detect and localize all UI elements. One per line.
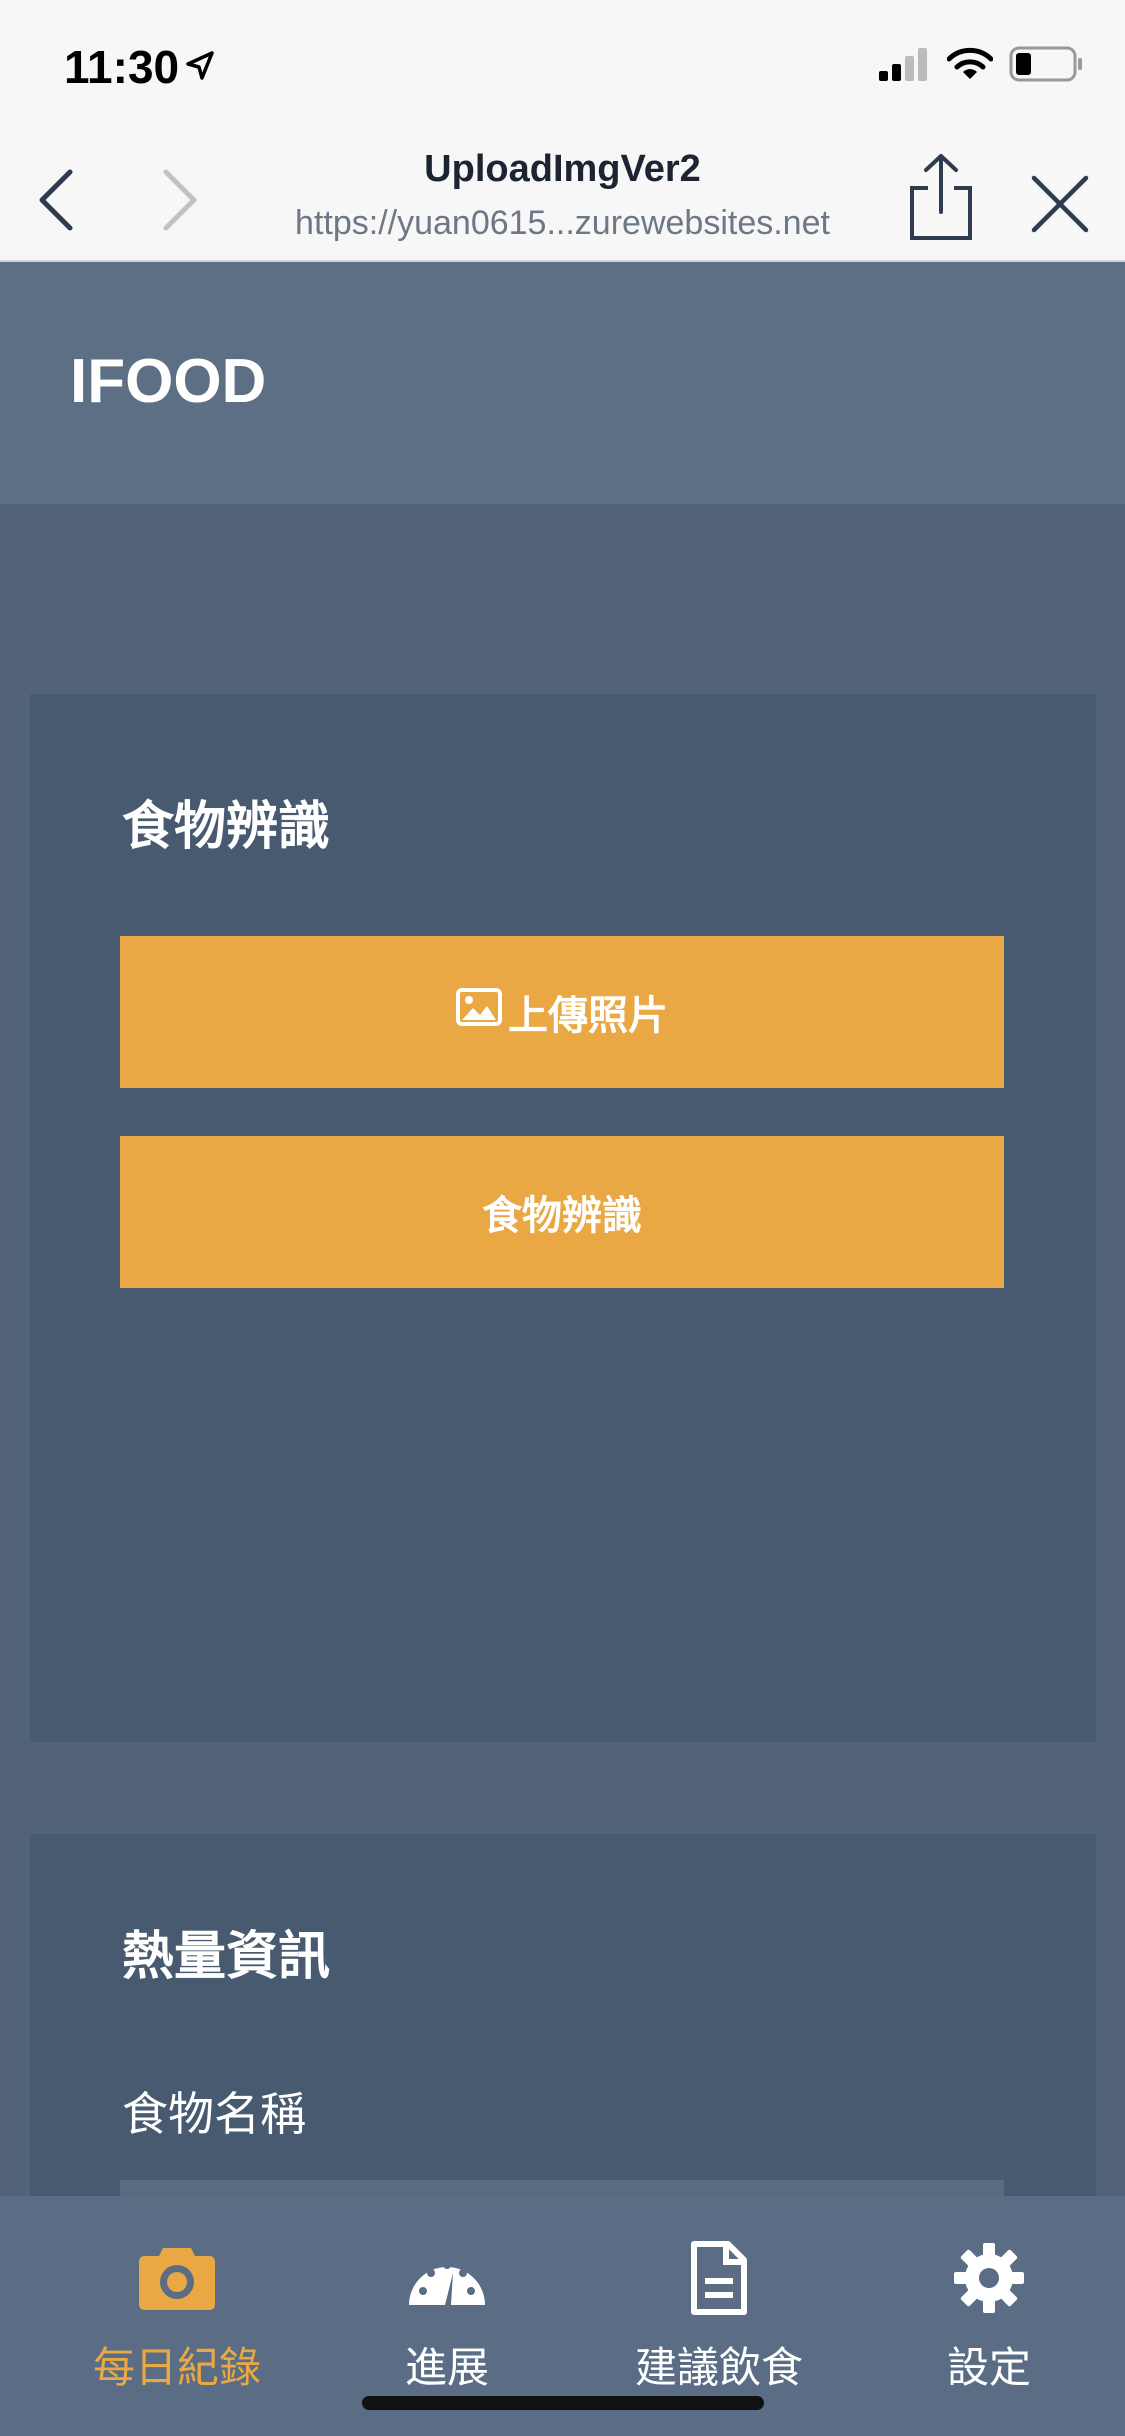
share-icon[interactable] (906, 152, 976, 244)
tab-progress[interactable]: 進展 (312, 2196, 582, 2396)
gauge-icon (405, 2236, 489, 2320)
battery-icon (1009, 46, 1083, 86)
document-icon (677, 2236, 761, 2320)
tab-settings[interactable]: 設定 (854, 2196, 1124, 2396)
recognize-food-button[interactable]: 食物辨識 (120, 1136, 1004, 1288)
tab-label: 建議飲食 (634, 2343, 803, 2392)
app-screen: 11:30 UploadImgVer2 https://yuan0615...z… (0, 0, 1125, 2436)
app-header: IFOOD (0, 262, 1125, 504)
status-indicators (879, 46, 1083, 86)
tab-label: 設定 (946, 2343, 1031, 2392)
app-title: IFOOD (70, 347, 267, 416)
tab-daily-record[interactable]: 每日紀錄 (42, 2196, 312, 2396)
browser-toolbar: UploadImgVer2 https://yuan0615...zureweb… (0, 132, 1125, 262)
gear-icon (947, 2236, 1031, 2320)
image-icon (456, 988, 502, 1036)
close-icon[interactable] (1028, 172, 1092, 236)
location-arrow-icon (184, 50, 216, 86)
food-recognition-card: 食物辨識 上傳照片 食物辨識 (30, 694, 1096, 1742)
signal-icon (879, 47, 931, 85)
status-bar: 11:30 (0, 0, 1125, 132)
home-indicator (362, 2396, 764, 2410)
tab-label: 每日紀錄 (92, 2343, 261, 2392)
food-name-label: 食物名稱 (122, 2087, 306, 2141)
upload-photo-label: 上傳照片 (508, 993, 668, 1039)
tab-label: 進展 (404, 2343, 489, 2392)
upload-photo-button[interactable]: 上傳照片 (120, 936, 1004, 1088)
tab-suggested-diet[interactable]: 建議飲食 (584, 2196, 854, 2396)
camera-icon (135, 2236, 219, 2320)
recognize-food-label: 食物辨識 (482, 1193, 642, 1239)
card-title: 熱量資訊 (122, 1927, 331, 1987)
wifi-icon (946, 47, 994, 85)
card-title: 食物辨識 (122, 797, 331, 857)
status-time: 11:30 (64, 41, 180, 93)
